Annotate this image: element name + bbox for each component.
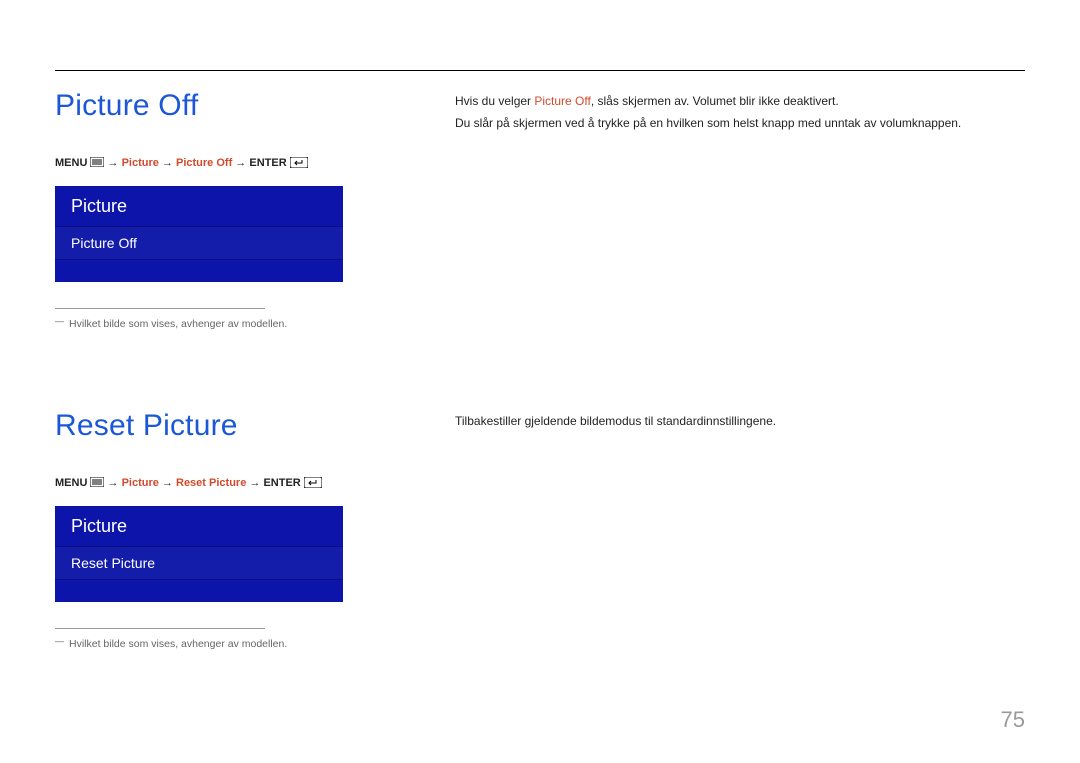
- body-post: , slås skjermen av. Volumet blir ikke de…: [591, 94, 839, 108]
- nav-enter-label: ENTER: [249, 157, 286, 169]
- section-title: Picture Off: [55, 89, 450, 123]
- osd-menu-footer: [55, 580, 343, 602]
- enter-icon: [290, 157, 308, 168]
- osd-menu-footer: [55, 260, 343, 282]
- arrow: →: [108, 157, 122, 169]
- body-paragraph: Hvis du velger Picture Off, slås skjerme…: [455, 91, 1025, 111]
- top-divider: [55, 70, 1025, 71]
- footnote-divider: [55, 308, 265, 309]
- osd-menu-item: Picture Off: [55, 226, 343, 260]
- menu-icon: [90, 477, 104, 487]
- nav-reset-picture: Reset Picture: [176, 477, 246, 489]
- nav-menu-label: MENU: [55, 477, 87, 489]
- nav-path: MENU → Picture → Picture Off → ENTER: [55, 155, 450, 172]
- enter-icon: [304, 477, 322, 488]
- osd-menu-item: Reset Picture: [55, 546, 343, 580]
- osd-menu: Picture Picture Off: [55, 186, 343, 282]
- footnote-text: Hvilket bilde som vises, avhenger av mod…: [55, 637, 450, 652]
- footnote-divider: [55, 628, 265, 629]
- section-title: Reset Picture: [55, 409, 450, 443]
- body-paragraph: Tilbakestiller gjeldende bildemodus til …: [455, 411, 1025, 431]
- body-pre: Hvis du velger: [455, 94, 534, 108]
- nav-picture: Picture: [122, 477, 159, 489]
- arrow: →: [235, 157, 249, 169]
- left-column: Picture Off MENU → Picture → Picture Off…: [55, 89, 450, 331]
- arrow: →: [162, 477, 176, 489]
- nav-picture: Picture: [122, 157, 159, 169]
- osd-menu-header: Picture: [55, 186, 343, 226]
- left-column: Reset Picture MENU → Picture → Reset Pic…: [55, 409, 450, 651]
- osd-menu-header: Picture: [55, 506, 343, 546]
- body-red: Picture Off: [534, 94, 590, 108]
- section-picture-off: Picture Off MENU → Picture → Picture Off…: [55, 89, 1025, 331]
- footnote-text: Hvilket bilde som vises, avhenger av mod…: [55, 317, 450, 332]
- osd-menu: Picture Reset Picture: [55, 506, 343, 602]
- right-column: Hvis du velger Picture Off, slås skjerme…: [450, 89, 1025, 331]
- nav-path: MENU → Picture → Reset Picture → ENTER: [55, 475, 450, 492]
- page-number: 75: [1001, 707, 1025, 733]
- arrow: →: [249, 477, 263, 489]
- nav-enter-label: ENTER: [263, 477, 300, 489]
- document-page: Picture Off MENU → Picture → Picture Off…: [0, 0, 1080, 763]
- body-paragraph-2: Du slår på skjermen ved å trykke på en h…: [455, 113, 1025, 133]
- section-reset-picture: Reset Picture MENU → Picture → Reset Pic…: [55, 409, 1025, 651]
- right-column: Tilbakestiller gjeldende bildemodus til …: [450, 409, 1025, 651]
- menu-icon: [90, 157, 104, 167]
- arrow: →: [162, 157, 176, 169]
- section-gap: [55, 331, 1025, 409]
- nav-picture-off: Picture Off: [176, 157, 232, 169]
- arrow: →: [108, 477, 122, 489]
- nav-menu-label: MENU: [55, 157, 87, 169]
